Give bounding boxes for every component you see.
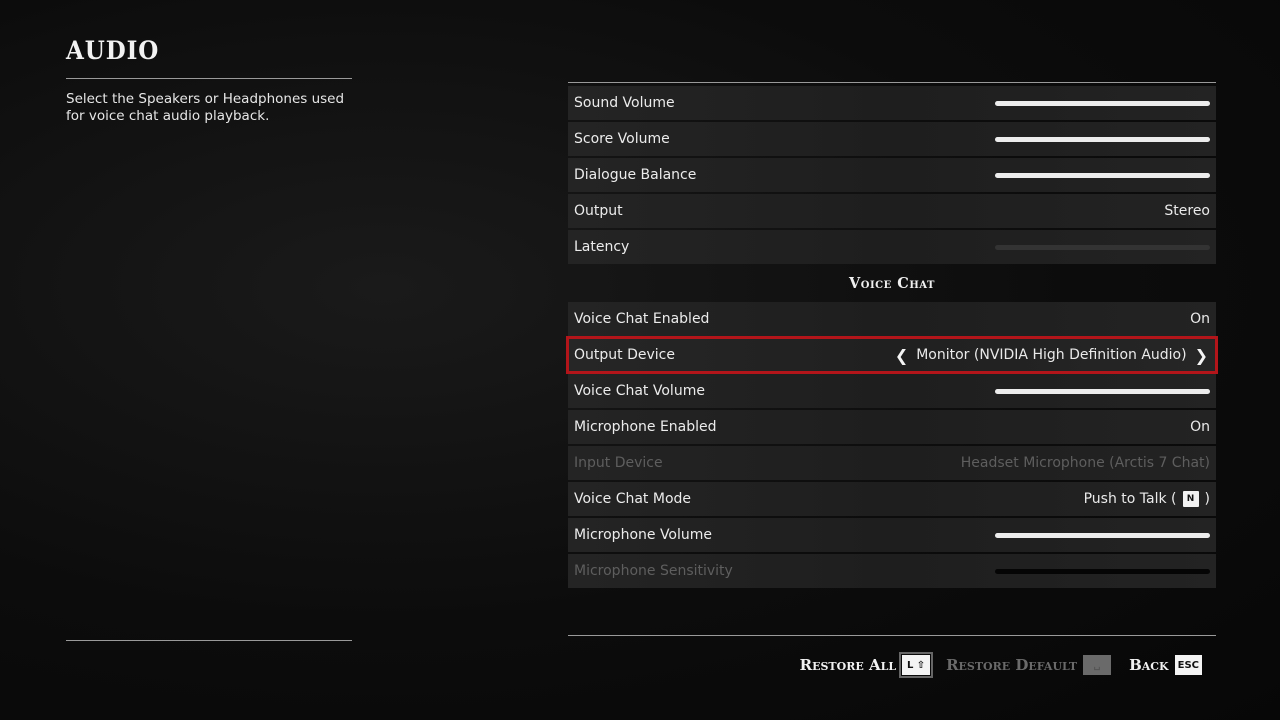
slider-fill (995, 100, 1210, 106)
audio-settings-list: Sound Volume Score Volume Dialogue Balance… (568, 86, 1216, 264)
voice-chat-heading: Voice Chat (849, 274, 935, 292)
setting-label: Microphone Sensitivity (574, 563, 733, 579)
volume-slider[interactable] (995, 100, 1210, 106)
setting-value (995, 244, 1210, 250)
voice-chat-settings-list: Voice Chat Enabled On Output Device ❮ Monito… (566, 302, 1218, 588)
slider-fill (995, 136, 1210, 142)
setting-label: Output (574, 203, 623, 219)
back-label: Back (1129, 656, 1169, 674)
setting-label: Latency (574, 239, 630, 255)
setting-label: Microphone Volume (574, 527, 713, 543)
restore-default-button[interactable]: Restore Default ␣ (946, 655, 1112, 675)
setting-value: Push to Talk ( N) (1084, 491, 1210, 507)
setting-row-output-device[interactable]: Output Device ❮ Monitor (NVIDIA High Defin… (566, 336, 1218, 374)
volume-slider[interactable] (995, 172, 1210, 178)
keybind-suffix: ) (1204, 491, 1210, 507)
selected-device-value: Monitor (NVIDIA High Definition Audio) (916, 347, 1187, 363)
footer-actions: Restore All L ⇧ Restore Default ␣ Back E… (799, 652, 1202, 678)
setting-value: Headset Microphone (Arctis 7 Chat) (961, 455, 1210, 471)
setting-row-latency[interactable]: Latency (568, 230, 1216, 264)
restore-all-key: L ⇧ (899, 652, 934, 678)
setting-row-microphone-enabled[interactable]: Microphone Enabled On (568, 410, 1216, 444)
slider-fill (995, 532, 1210, 538)
restore-all-label: Restore All (799, 656, 897, 674)
volume-slider[interactable] (995, 388, 1210, 394)
setting-value-text: On (1190, 419, 1210, 435)
setting-label: Output Device (574, 347, 675, 363)
restore-default-label: Restore Default (946, 656, 1078, 674)
left-bottom-divider (66, 640, 352, 641)
setting-value (995, 136, 1210, 142)
setting-label: Input Device (574, 455, 663, 471)
volume-slider (995, 568, 1210, 574)
volume-slider[interactable] (995, 136, 1210, 142)
slider-fill (995, 388, 1210, 394)
setting-label: Sound Volume (574, 95, 675, 111)
setting-row-microphone-volume[interactable]: Microphone Volume (568, 518, 1216, 552)
keybind-key-icon[interactable]: N (1182, 491, 1199, 507)
setting-row-voice-chat-enabled[interactable]: Voice Chat Enabled On (568, 302, 1216, 336)
panel-bottom-divider (568, 635, 1216, 636)
setting-value-text: Headset Microphone (Arctis 7 Chat) (960, 455, 1210, 471)
panel-top-divider (568, 82, 1216, 83)
setting-row-input-device: Input Device Headset Microphone (Arctis 7… (568, 446, 1216, 480)
setting-row-sound-volume[interactable]: Sound Volume (568, 86, 1216, 120)
setting-row-voice-chat-mode[interactable]: Voice Chat Mode Push to Talk ( N) (568, 482, 1216, 516)
voice-mode-value: Push to Talk ( (1083, 491, 1177, 507)
setting-value (995, 100, 1210, 106)
page-title: AUDIO (66, 36, 160, 65)
setting-row-microphone-sensitivity: Microphone Sensitivity (568, 554, 1216, 588)
slider-fill (995, 172, 1210, 178)
settings-panel: Sound Volume Score Volume Dialogue Balance… (566, 86, 1218, 590)
chevron-right-icon[interactable]: ❯ (1193, 346, 1210, 365)
setting-label: Microphone Enabled (574, 419, 717, 435)
spacebar-key-icon: ␣ (1083, 655, 1112, 675)
setting-value (995, 388, 1210, 394)
setting-row-voice-chat-volume[interactable]: Voice Chat Volume (568, 374, 1216, 408)
setting-value-text: Stereo (1164, 203, 1210, 219)
setting-value (995, 172, 1210, 178)
setting-row-score-volume[interactable]: Score Volume (568, 122, 1216, 156)
setting-value-text: On (1190, 311, 1210, 327)
volume-slider[interactable] (995, 244, 1210, 250)
setting-value: Stereo (1164, 203, 1210, 219)
setting-label: Voice Chat Volume (574, 383, 705, 399)
setting-row-output[interactable]: Output Stereo (568, 194, 1216, 228)
setting-description: Select the Speakers or Headphones used f… (66, 91, 345, 124)
setting-value: ❮ Monitor (NVIDIA High Definition Audio) ❯ (893, 346, 1210, 365)
setting-value: On (1190, 311, 1210, 327)
escape-key-icon: ESC (1174, 655, 1202, 675)
setting-label: Dialogue Balance (574, 167, 697, 183)
setting-label: Voice Chat Mode (574, 491, 692, 507)
setting-row-dialogue-balance[interactable]: Dialogue Balance (568, 158, 1216, 192)
chevron-left-icon[interactable]: ❮ (893, 346, 910, 365)
restore-all-button[interactable]: Restore All L ⇧ (799, 652, 934, 678)
setting-label: Voice Chat Enabled (574, 311, 710, 327)
setting-value (995, 568, 1210, 574)
back-button[interactable]: Back ESC (1129, 655, 1202, 675)
title-divider (66, 78, 352, 79)
volume-slider[interactable] (995, 532, 1210, 538)
setting-value: On (1190, 419, 1210, 435)
setting-value (995, 532, 1210, 538)
setting-label: Score Volume (574, 131, 670, 147)
